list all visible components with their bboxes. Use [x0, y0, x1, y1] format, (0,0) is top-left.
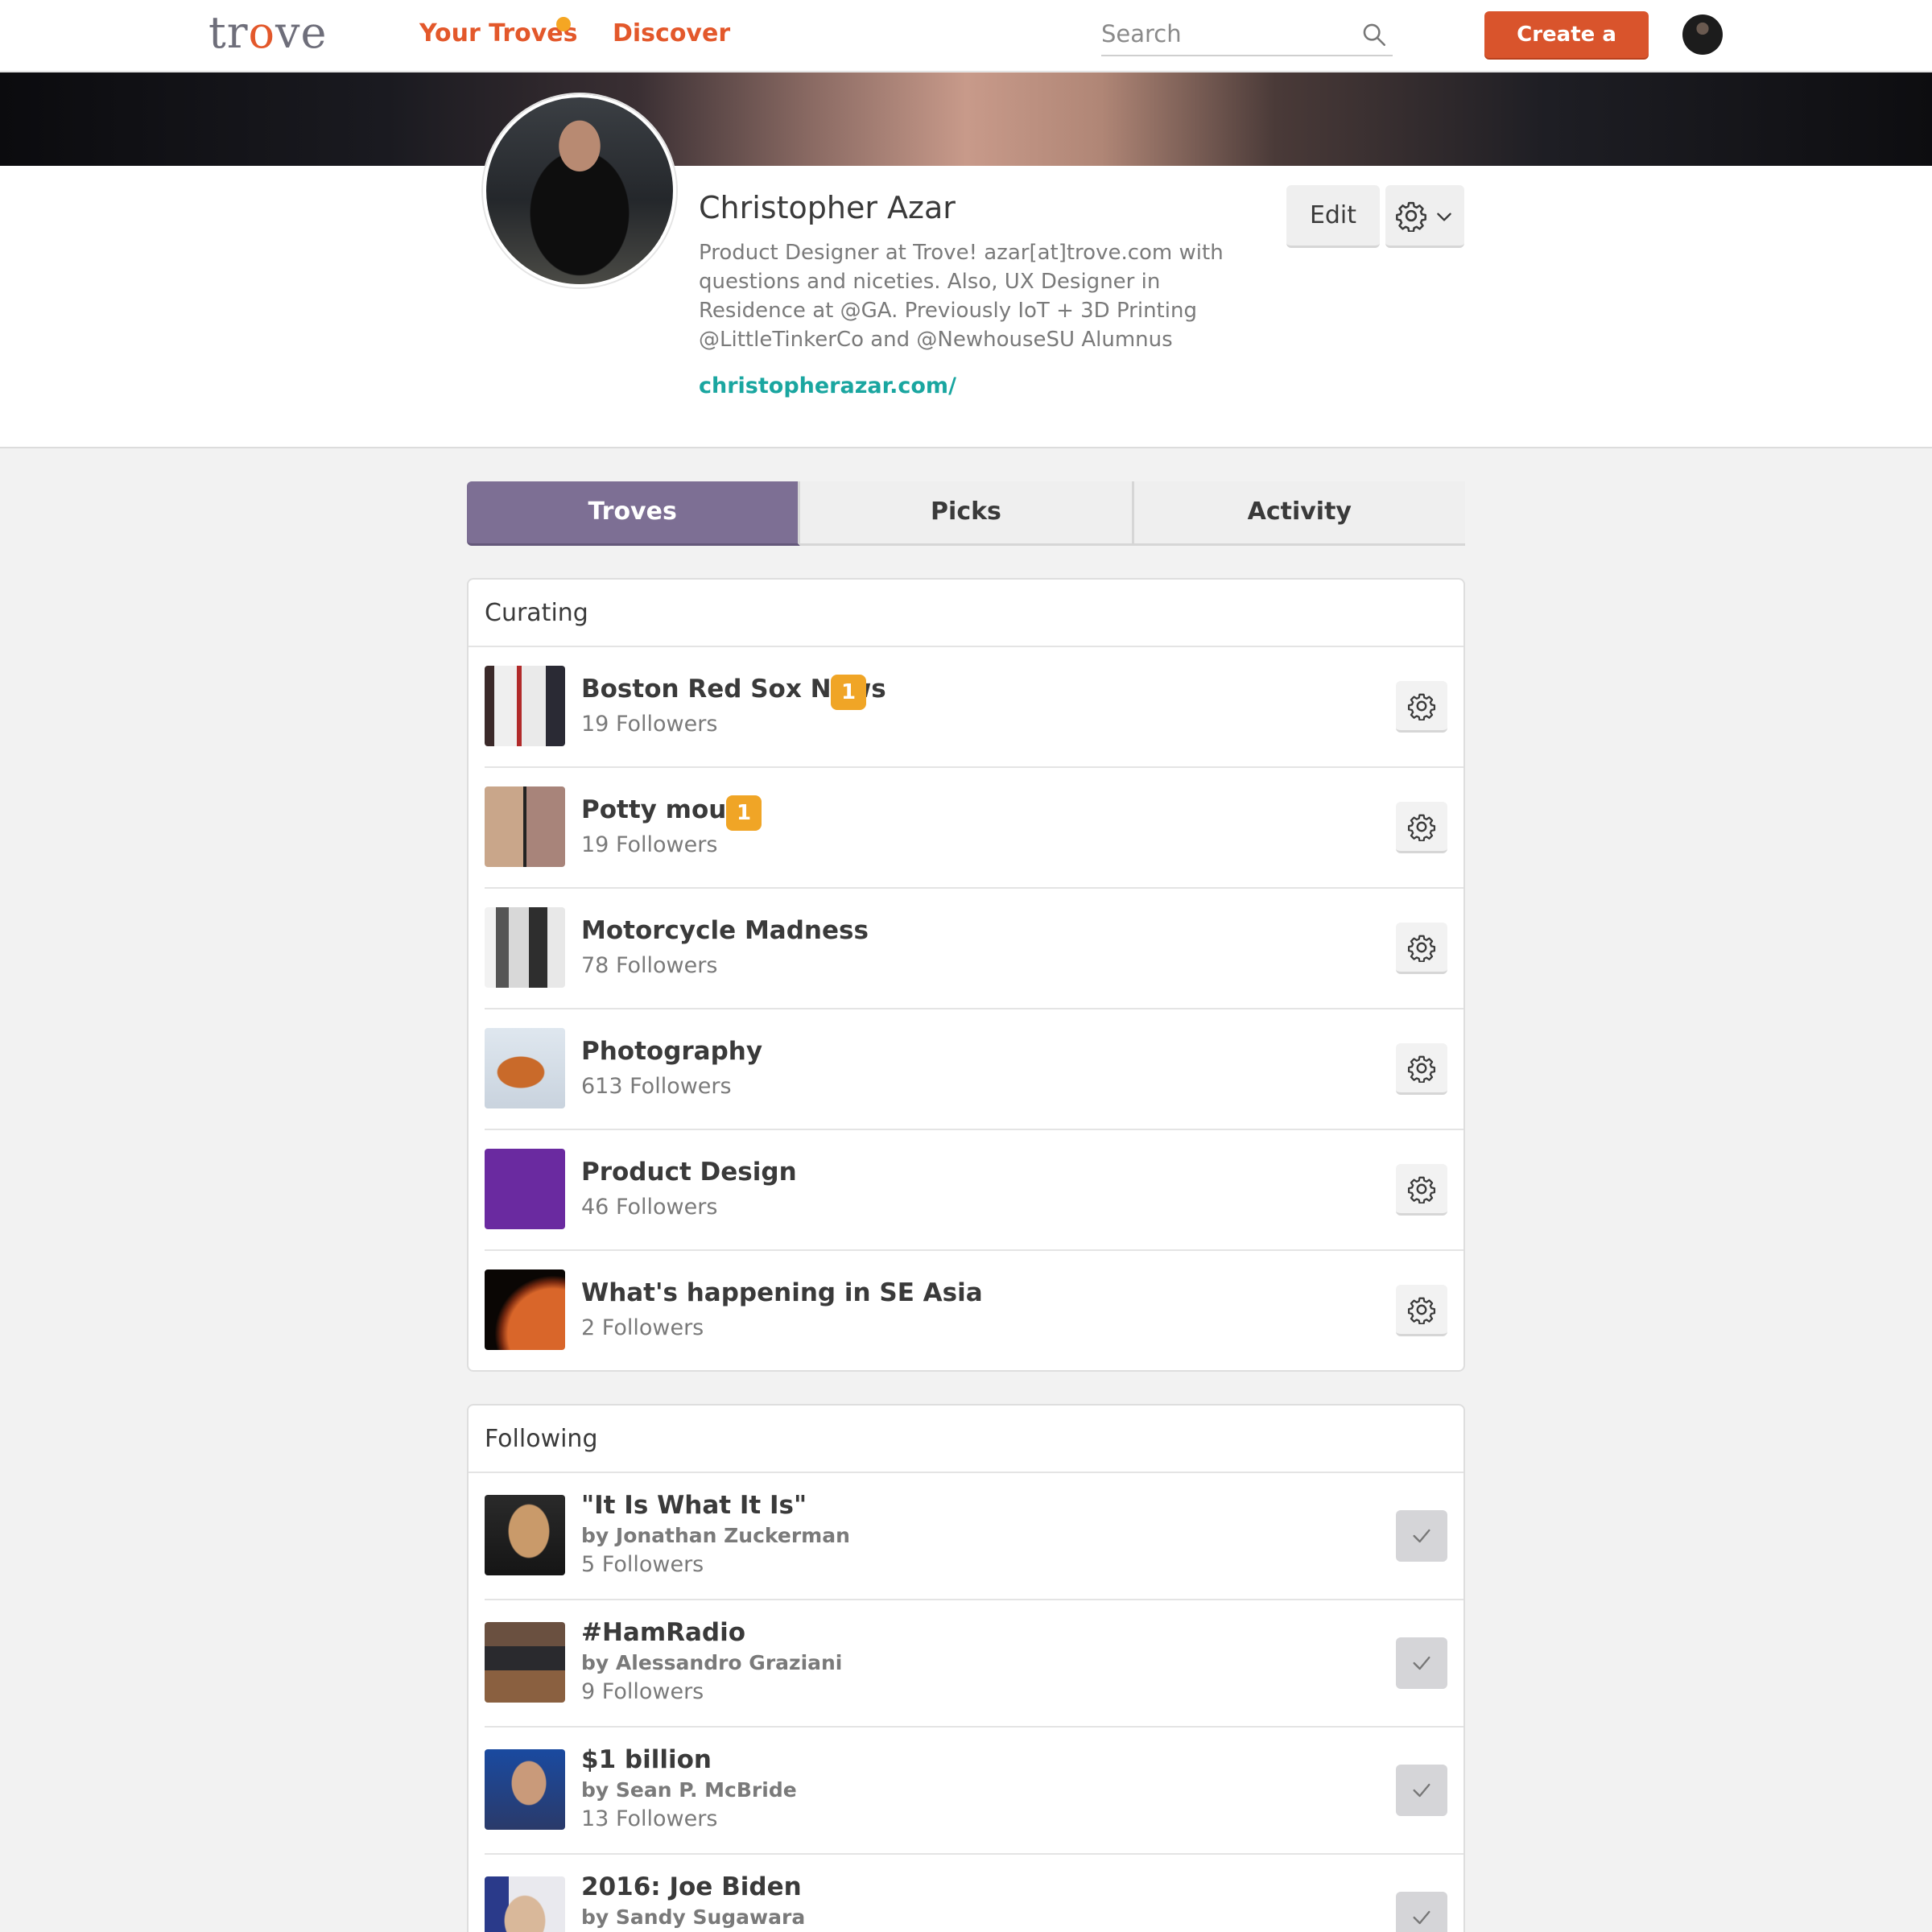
profile-bio: Product Designer at Trove! azar[at]trove…	[699, 241, 1224, 352]
following-title: Following	[469, 1406, 1463, 1473]
trove-author[interactable]: by Jonathan Zuckerman	[581, 1521, 850, 1550]
trove-title[interactable]: 2016: Joe Biden	[581, 1869, 802, 1905]
check-icon	[1413, 1656, 1430, 1670]
user-avatar[interactable]	[1682, 14, 1723, 55]
curating-row: Boston Red Sox News 1 19 Followers	[485, 647, 1463, 768]
following-toggle-button[interactable]	[1396, 1765, 1447, 1816]
curating-row: Potty mouth 1 19 Followers	[485, 768, 1463, 889]
following-row: "It Is What It Is" by Jonathan Zuckerman…	[485, 1473, 1463, 1600]
profile-settings-dropdown[interactable]	[1385, 185, 1464, 248]
follower-count: 9 Followers	[581, 1679, 704, 1704]
check-icon	[1413, 1783, 1430, 1798]
tab-troves[interactable]: Troves	[467, 481, 801, 546]
notification-dot	[556, 17, 571, 31]
gear-icon	[1407, 693, 1436, 720]
follower-count: 613 Followers	[581, 1074, 732, 1099]
follower-count: 5 Followers	[581, 1552, 704, 1577]
trove-settings-button[interactable]	[1396, 1043, 1447, 1095]
search-input[interactable]	[1101, 16, 1343, 52]
following-row: $1 billion by Sean P. McBride 13 Followe…	[485, 1728, 1463, 1855]
trove-title[interactable]: What's happening in SE Asia	[581, 1275, 983, 1311]
following-toggle-button[interactable]	[1396, 1637, 1447, 1689]
edit-profile-button[interactable]: Edit	[1286, 185, 1380, 248]
following-toggle-button[interactable]	[1396, 1892, 1447, 1932]
trove-settings-button[interactable]	[1396, 681, 1447, 733]
following-toggle-button[interactable]	[1396, 1510, 1447, 1562]
follower-count: 19 Followers	[581, 832, 718, 857]
follower-count: 2 Followers	[581, 1315, 704, 1340]
notification-badge: 1	[726, 795, 762, 831]
trove-logo[interactable]: trove	[208, 3, 328, 63]
trove-title[interactable]: Photography	[581, 1034, 762, 1069]
gear-icon	[1407, 1176, 1436, 1203]
trove-title[interactable]: Product Design	[581, 1154, 797, 1190]
follower-count: 13 Followers	[581, 1806, 718, 1831]
curating-row: Photography 613 Followers	[485, 1009, 1463, 1130]
notification-badge: 1	[831, 675, 866, 710]
profile-name: Christopher Azar	[699, 190, 956, 225]
following-row: 2016: Joe Biden by Sandy Sugawara	[485, 1855, 1463, 1932]
trove-settings-button[interactable]	[1396, 802, 1447, 853]
gear-icon	[1407, 1055, 1436, 1083]
trove-thumbnail[interactable]	[485, 1749, 565, 1830]
follower-count: 78 Followers	[581, 953, 718, 978]
trove-thumbnail[interactable]	[485, 1622, 565, 1703]
tab-activity[interactable]: Activity	[1133, 481, 1465, 546]
trove-author[interactable]: by Alessandro Graziani	[581, 1649, 842, 1678]
gear-icon	[1407, 814, 1436, 841]
profile-photo	[483, 94, 676, 287]
search-icon[interactable]	[1360, 21, 1388, 48]
tab-picks[interactable]: Picks	[800, 481, 1134, 546]
gear-icon	[1396, 201, 1426, 232]
trove-thumbnail[interactable]	[485, 1495, 565, 1575]
following-row: #HamRadio by Alessandro Graziani 9 Follo…	[485, 1600, 1463, 1728]
curating-title: Curating	[469, 580, 1463, 647]
trove-thumbnail[interactable]	[485, 1028, 565, 1108]
trove-author[interactable]: by Sean P. McBride	[581, 1776, 797, 1805]
trove-thumbnail[interactable]	[485, 1149, 565, 1229]
check-icon	[1413, 1910, 1430, 1925]
trove-thumbnail[interactable]	[485, 907, 565, 988]
follower-count: 46 Followers	[581, 1195, 718, 1220]
create-trove-button[interactable]: Create a trove	[1484, 11, 1649, 93]
curating-section: Curating Boston Red Sox News 1 19 Follow…	[467, 578, 1465, 1372]
trove-author[interactable]: by Sandy Sugawara	[581, 1903, 805, 1932]
profile-header: Christopher Azar Product Designer at Tro…	[0, 94, 1932, 448]
trove-title[interactable]: $1 billion	[581, 1742, 712, 1777]
profile-tabs: Troves Picks Activity	[467, 481, 1465, 546]
curating-row: What's happening in SE Asia 2 Followers	[485, 1251, 1463, 1372]
curating-row: Motorcycle Madness 78 Followers	[485, 889, 1463, 1009]
chevron-down-icon	[1437, 213, 1451, 221]
gear-icon	[1407, 1297, 1436, 1324]
top-nav: trove Your Troves Discover Create a trov…	[0, 0, 1932, 93]
trove-settings-button[interactable]	[1396, 1285, 1447, 1336]
profile-website-link[interactable]: christopherazar.com/	[699, 370, 956, 402]
trove-title[interactable]: "It Is What It Is"	[581, 1488, 807, 1523]
trove-title[interactable]: Motorcycle Madness	[581, 913, 869, 948]
gear-icon	[1407, 935, 1436, 962]
curating-row: Product Design 46 Followers	[485, 1130, 1463, 1251]
following-section: Following "It Is What It Is" by Jonathan…	[467, 1404, 1465, 1932]
trove-thumbnail[interactable]	[485, 786, 565, 867]
trove-title[interactable]: #HamRadio	[581, 1615, 745, 1650]
follower-count: 19 Followers	[581, 712, 718, 737]
trove-thumbnail[interactable]	[485, 1269, 565, 1350]
profile-banner	[0, 72, 1932, 166]
trove-settings-button[interactable]	[1396, 1164, 1447, 1216]
search-box	[1101, 13, 1393, 56]
check-icon	[1413, 1529, 1430, 1543]
nav-your-troves[interactable]: Your Troves	[419, 16, 578, 52]
trove-thumbnail[interactable]	[485, 666, 565, 746]
nav-discover[interactable]: Discover	[613, 16, 730, 52]
trove-settings-button[interactable]	[1396, 923, 1447, 974]
trove-thumbnail[interactable]	[485, 1876, 565, 1932]
